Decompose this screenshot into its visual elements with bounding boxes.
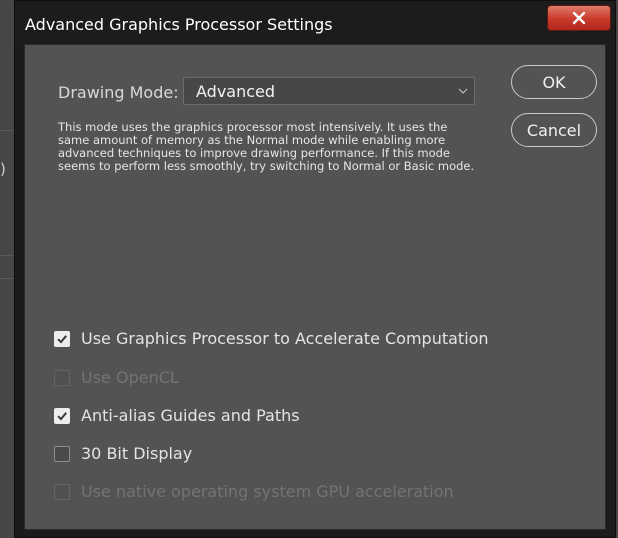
dialog-content: Drawing Mode: Advanced This mode uses th… xyxy=(24,44,606,530)
checkbox-checked[interactable] xyxy=(54,330,70,347)
option-use-opencl: Use OpenCL xyxy=(54,368,179,387)
checkbox-disabled xyxy=(54,483,70,500)
checkbox-disabled xyxy=(54,369,70,386)
drawing-mode-description: This mode uses the graphics processor mo… xyxy=(58,120,475,173)
background-text: ) xyxy=(0,160,6,178)
option-label: Use OpenCL xyxy=(81,368,179,387)
checkbox-checked[interactable] xyxy=(54,407,70,424)
title-bar[interactable]: Advanced Graphics Processor Settings xyxy=(15,1,615,45)
checkmark-icon xyxy=(57,411,67,420)
dialog-title: Advanced Graphics Processor Settings xyxy=(25,15,333,34)
option-30-bit-display[interactable]: 30 Bit Display xyxy=(54,444,192,463)
option-label: Anti-alias Guides and Paths xyxy=(81,406,300,425)
option-label: Use Graphics Processor to Accelerate Com… xyxy=(81,329,489,348)
option-label: Use native operating system GPU accelera… xyxy=(81,482,454,501)
ok-button[interactable]: OK xyxy=(511,65,597,99)
checkmark-icon xyxy=(57,334,67,343)
option-label: 30 Bit Display xyxy=(81,444,193,463)
close-icon xyxy=(572,11,586,25)
cancel-button[interactable]: Cancel xyxy=(511,113,597,147)
option-native-gpu-acceleration: Use native operating system GPU accelera… xyxy=(54,482,454,501)
chevron-down-icon xyxy=(458,88,468,94)
checkbox-unchecked[interactable] xyxy=(54,445,70,462)
close-button[interactable] xyxy=(547,5,611,31)
graphics-processor-settings-dialog: Advanced Graphics Processor Settings Dra… xyxy=(14,0,616,538)
drawing-mode-value: Advanced xyxy=(196,81,276,101)
option-use-graphics-processor[interactable]: Use Graphics Processor to Accelerate Com… xyxy=(54,329,489,348)
option-anti-alias-guides[interactable]: Anti-alias Guides and Paths xyxy=(54,406,300,425)
drawing-mode-select[interactable]: Advanced xyxy=(183,77,475,105)
drawing-mode-label: Drawing Mode: xyxy=(58,83,179,102)
